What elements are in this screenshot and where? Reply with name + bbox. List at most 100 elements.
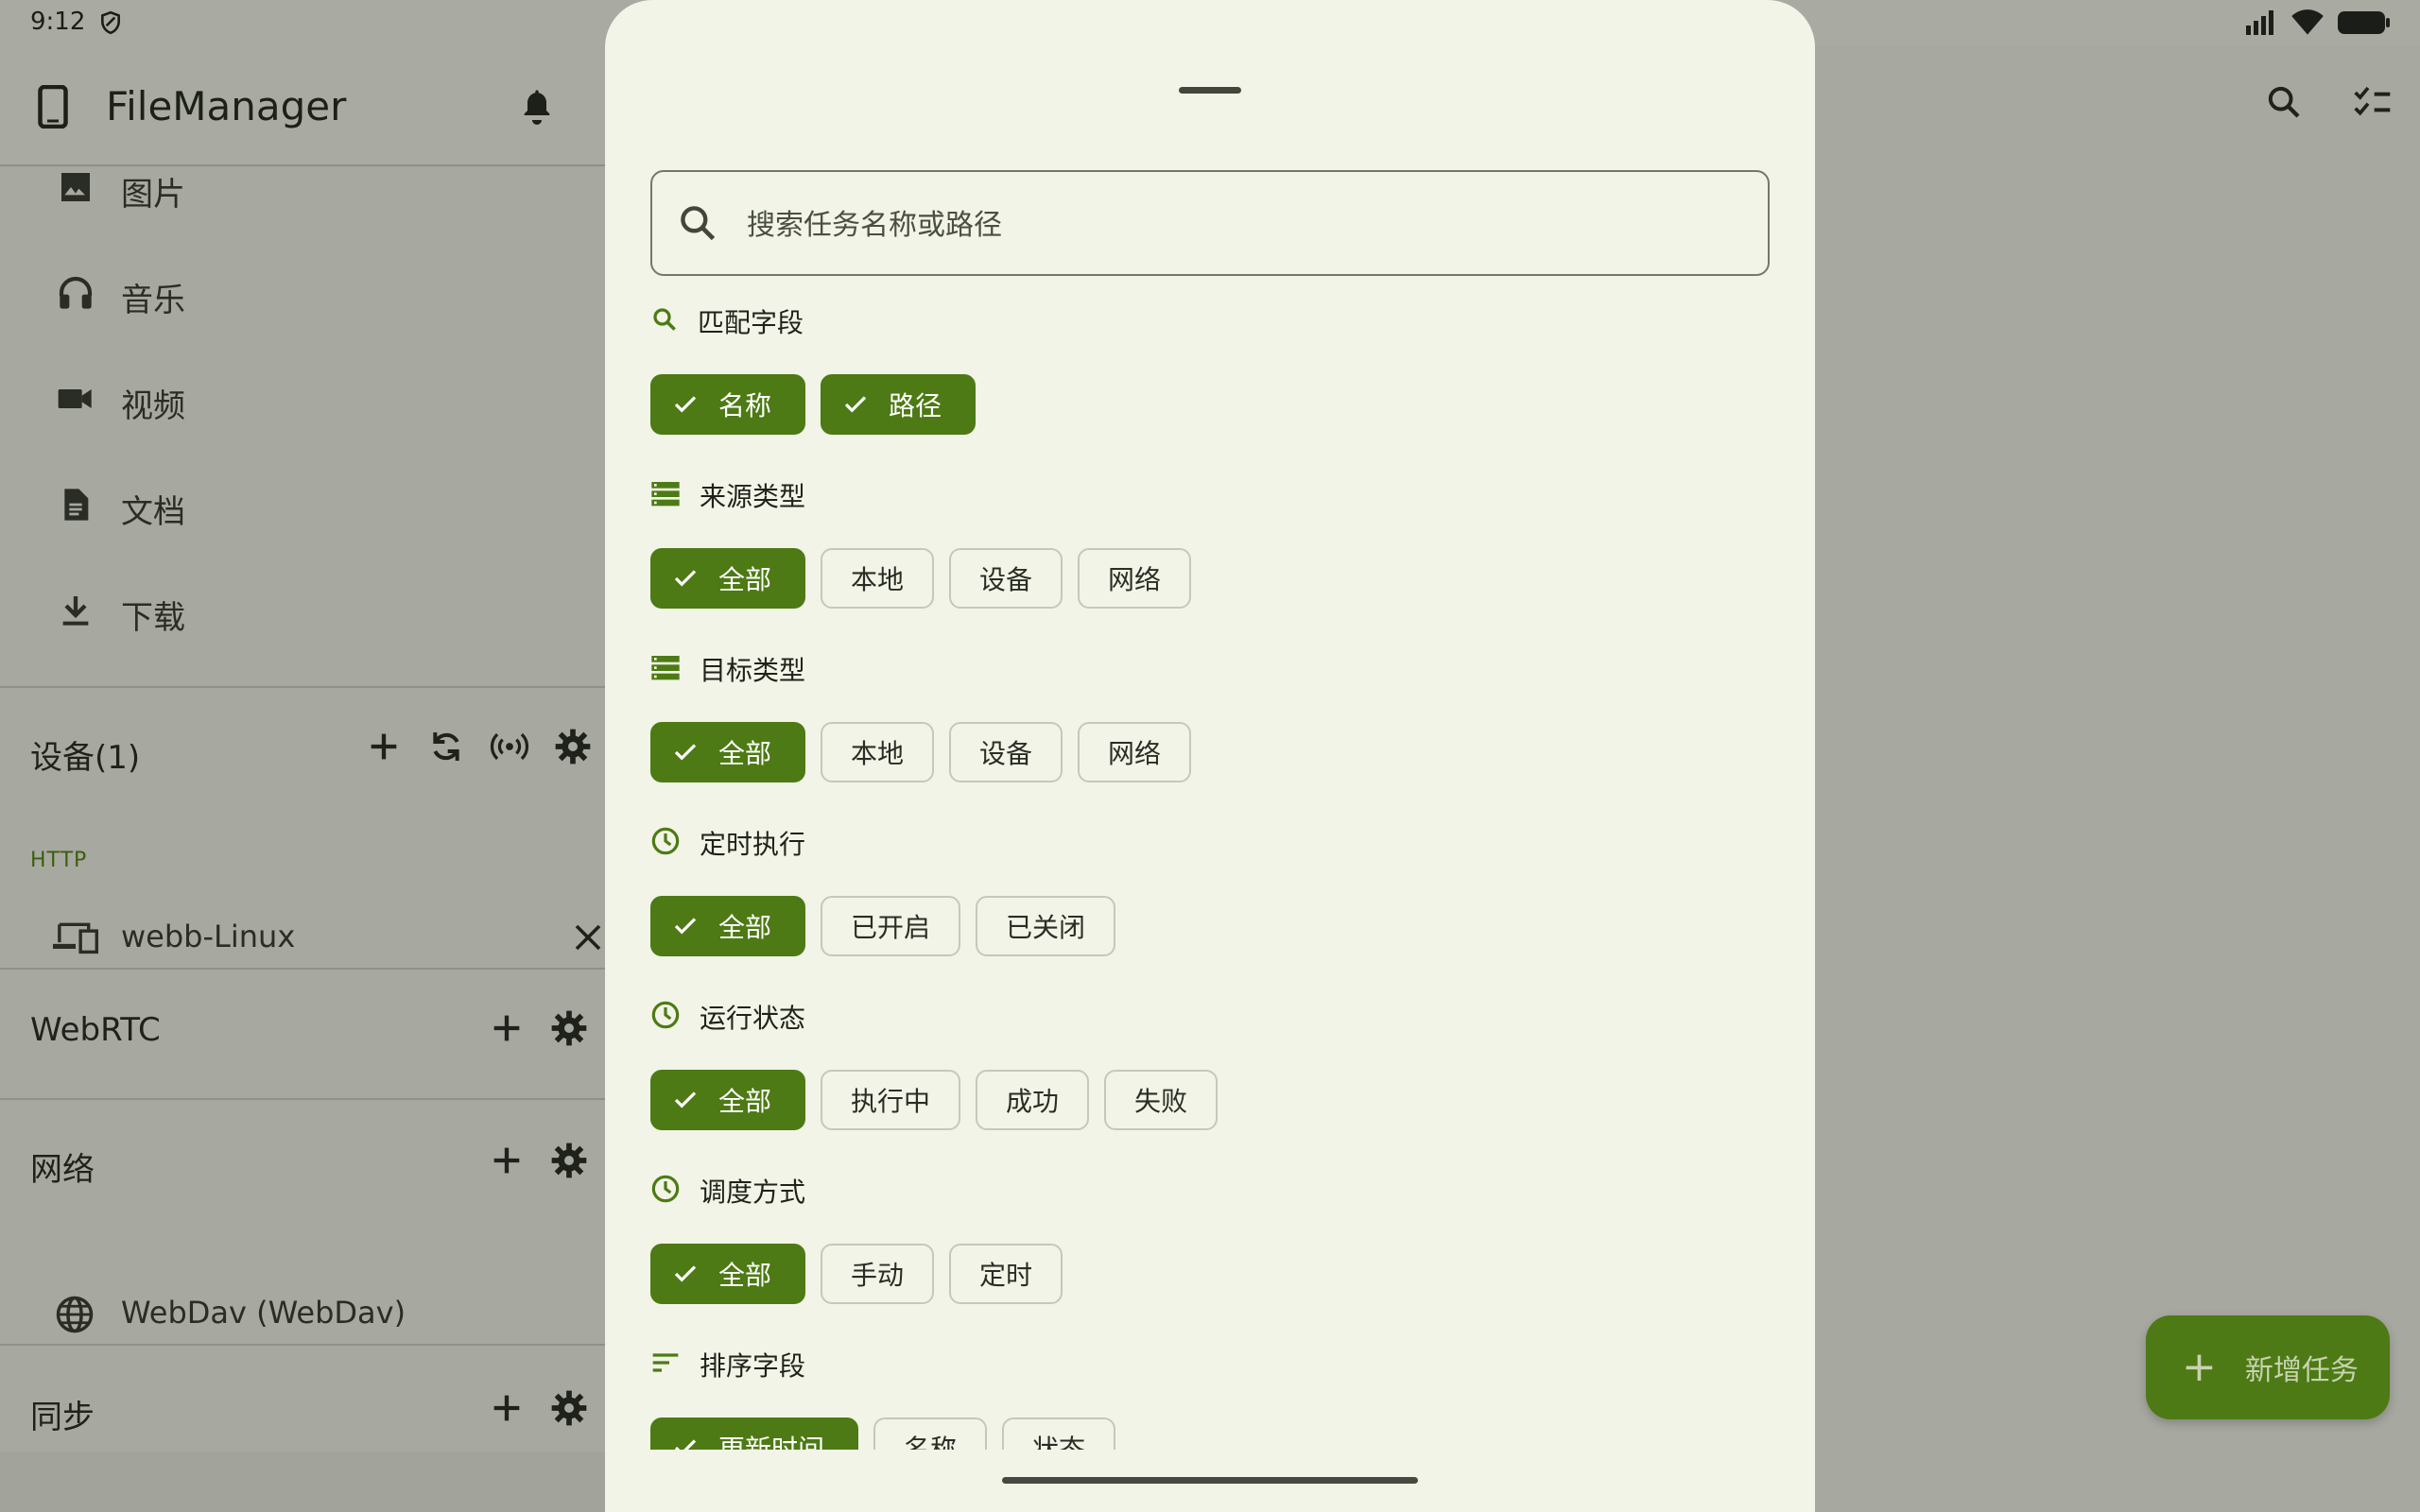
shield-icon: [101, 10, 120, 35]
check-icon: [671, 564, 700, 593]
filter-chip[interactable]: 全部: [650, 1070, 806, 1130]
filter-chip-label: 路径: [889, 390, 942, 421]
navigation-drawer: FileManager 图片 音乐 视频 文档 下载 设备(1) HTTP we…: [0, 45, 605, 1512]
gear-icon[interactable]: [550, 1389, 588, 1427]
clock-icon: [650, 1174, 681, 1208]
nav-item-label: 图片: [121, 176, 185, 214]
filter-chip-group: 全部 执行中 成功 失败: [650, 1070, 1219, 1130]
bell-icon[interactable]: [518, 85, 556, 127]
nav-item-downloads[interactable]: 下载: [0, 565, 605, 660]
refresh-icon[interactable]: [427, 728, 465, 765]
filter-chip[interactable]: 全部: [650, 1244, 806, 1304]
filter-chip[interactable]: 本地: [821, 722, 935, 782]
headphones-icon: [59, 276, 93, 309]
filter-chip-label: 全部: [718, 1260, 772, 1291]
filter-chip-label: 设备: [979, 564, 1033, 595]
divider: [0, 968, 605, 970]
checklist-icon[interactable]: [2352, 83, 2394, 121]
filter-chip[interactable]: 已关闭: [976, 896, 1116, 956]
filter-chip-label: 网络: [1108, 738, 1162, 769]
filter-chip-label: 成功: [1006, 1086, 1060, 1117]
nav-item-music[interactable]: 音乐: [0, 248, 605, 342]
add-icon[interactable]: [488, 1009, 526, 1047]
devices-section-title: 设备(1): [30, 739, 141, 777]
filter-chip[interactable]: 设备: [949, 722, 1063, 782]
nav-item-videos[interactable]: 视频: [0, 353, 605, 448]
filter-bottom-sheet: 匹配字段名称路径来源类型全部本地设备网络目标类型全部本地设备网络定时执行全部已开…: [605, 0, 1815, 1512]
check-icon: [671, 738, 700, 766]
filter-chip[interactable]: 设备: [949, 548, 1063, 609]
filter-group-title: 定时执行: [650, 824, 805, 862]
phone-icon: [38, 85, 68, 129]
search-input[interactable]: [747, 197, 1730, 253]
nav-item-label: 视频: [121, 387, 185, 425]
drawer-footer: [0, 1452, 605, 1512]
download-icon: [62, 596, 89, 626]
add-icon[interactable]: [488, 1142, 526, 1179]
webrtc-actions: [488, 1009, 588, 1047]
filter-chip-label: 名称: [718, 390, 772, 421]
gesture-bar: [1002, 1477, 1418, 1484]
filter-chip[interactable]: 已开启: [821, 896, 961, 956]
filter-chip-group: 全部 手动 定时: [650, 1244, 1063, 1304]
drag-handle[interactable]: [1179, 87, 1241, 94]
check-icon: [671, 390, 700, 419]
filter-chip-group: 名称 路径: [650, 374, 977, 435]
nav-item-images[interactable]: 图片: [0, 142, 605, 236]
network-item[interactable]: WebDav (WebDav): [0, 1268, 605, 1363]
status-time: 9:12: [30, 8, 86, 36]
nav-item-label: 下载: [121, 599, 185, 637]
filter-chip[interactable]: 全部: [650, 548, 806, 609]
broadcast-icon[interactable]: [490, 728, 529, 765]
filter-chip-label: 定时: [979, 1260, 1033, 1291]
signal-icon: [2246, 10, 2273, 35]
filter-chip[interactable]: 全部: [650, 896, 806, 956]
add-icon[interactable]: [488, 1389, 526, 1427]
videocam-icon: [58, 389, 92, 408]
network-actions: [488, 1142, 588, 1179]
filter-chip[interactable]: 手动: [821, 1244, 935, 1304]
check-icon: [841, 390, 870, 419]
filter-chip[interactable]: 全部: [650, 722, 806, 782]
device-item[interactable]: webb-Linux: [0, 892, 605, 987]
document-icon: [64, 489, 89, 521]
filter-chip-label: 全部: [718, 564, 772, 595]
device-name: webb-Linux: [121, 919, 296, 954]
filter-chip[interactable]: 路径: [821, 374, 977, 435]
protocol-label: HTTP: [30, 849, 88, 872]
filter-chip[interactable]: 定时: [949, 1244, 1063, 1304]
check-icon: [671, 1260, 700, 1288]
filter-chip-label: 执行中: [851, 1086, 931, 1117]
filter-group-label: 运行状态: [700, 1003, 806, 1034]
filter-chip-label: 全部: [718, 1086, 772, 1117]
plus-icon: +: [2182, 1343, 2217, 1391]
filter-chip-label: 手动: [851, 1260, 905, 1291]
gear-icon[interactable]: [550, 1142, 588, 1179]
filter-chip[interactable]: 失败: [1104, 1070, 1219, 1130]
filter-chip-label: 设备: [979, 738, 1033, 769]
globe-icon: [56, 1296, 94, 1333]
divider: [0, 1344, 605, 1346]
search-icon: [681, 206, 716, 241]
filter-chip[interactable]: 执行中: [821, 1070, 961, 1130]
search-field[interactable]: [650, 170, 1770, 276]
check-icon: [671, 1086, 700, 1114]
add-icon[interactable]: [365, 728, 403, 765]
sort-icon: [650, 1349, 681, 1381]
filter-chip[interactable]: 本地: [821, 548, 935, 609]
storage-icon: [650, 479, 681, 511]
search-icon[interactable]: [2265, 83, 2303, 121]
filter-chip[interactable]: 成功: [976, 1070, 1090, 1130]
gear-icon[interactable]: [550, 1009, 588, 1047]
nav-item-label: 音乐: [121, 282, 185, 319]
filter-chip-label: 本地: [851, 564, 905, 595]
filter-chip[interactable]: 网络: [1078, 548, 1192, 609]
filter-chip[interactable]: 网络: [1078, 722, 1192, 782]
filter-group-label: 调度方式: [700, 1177, 806, 1208]
nav-item-documents[interactable]: 文档: [0, 459, 605, 554]
gear-icon[interactable]: [554, 728, 592, 765]
filter-chip[interactable]: 名称: [650, 374, 806, 435]
filter-group-title: 目标类型: [650, 650, 805, 688]
add-task-fab[interactable]: + 新增任务: [2146, 1315, 2390, 1419]
close-icon[interactable]: [571, 920, 605, 954]
